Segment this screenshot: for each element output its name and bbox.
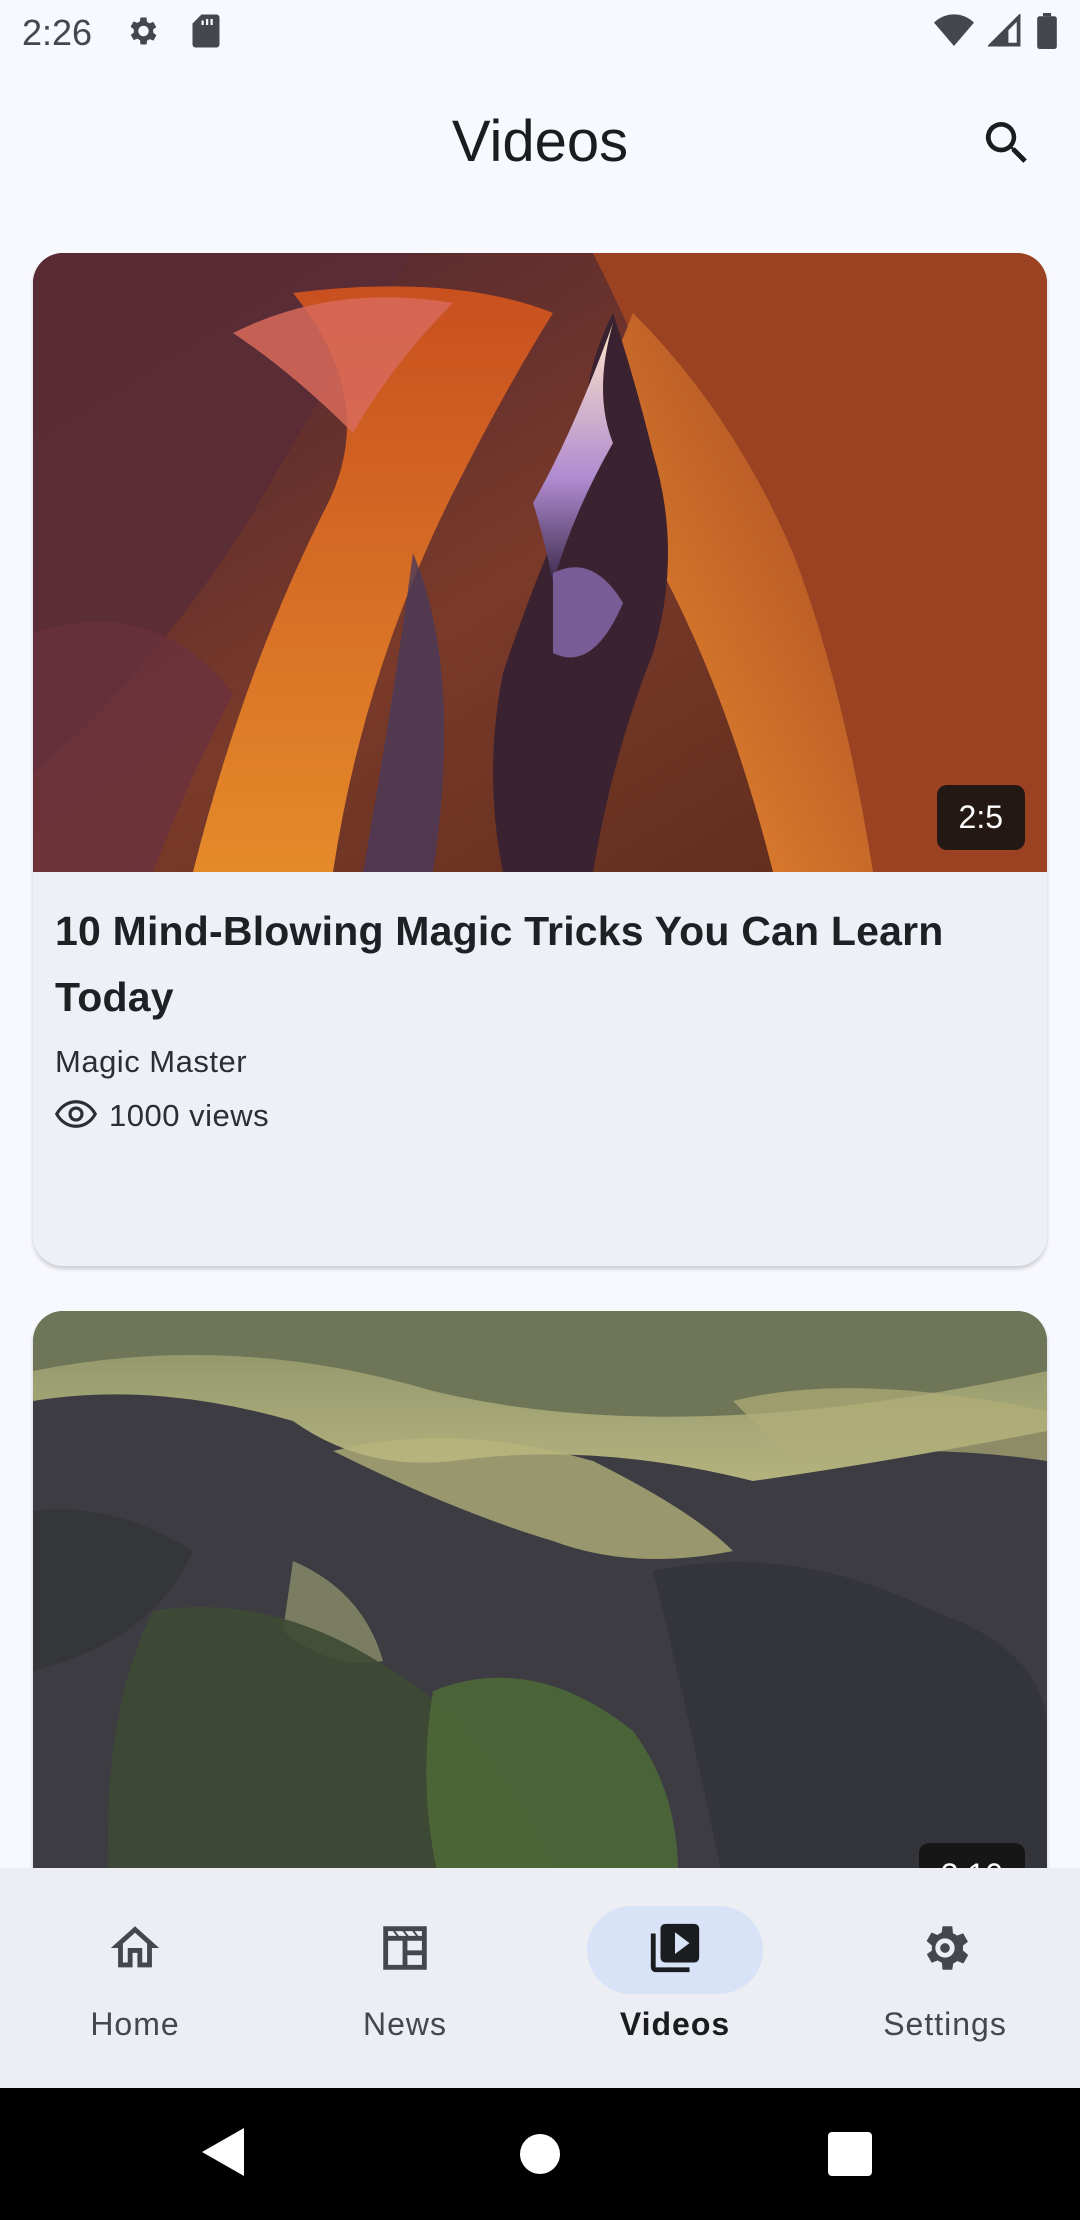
back-triangle-icon xyxy=(200,2126,248,2183)
search-button[interactable] xyxy=(972,110,1042,180)
nav-label: News xyxy=(362,2006,447,2042)
nav-item-videos[interactable]: Videos xyxy=(540,1868,810,2088)
video-card[interactable]: 3:10 xyxy=(33,1311,1047,1868)
search-icon xyxy=(979,115,1035,176)
video-card[interactable]: 2:5 10 Mind-Blowing Magic Tricks You Can… xyxy=(33,253,1047,1266)
eye-icon xyxy=(54,1099,98,1134)
nav-item-settings[interactable]: Settings xyxy=(810,1868,1080,2088)
battery-icon xyxy=(1036,12,1058,54)
status-time: 2:26 xyxy=(22,12,93,53)
nav-label: Settings xyxy=(883,2006,1007,2042)
status-bar: 2:26 xyxy=(0,0,1080,66)
recents-square-icon xyxy=(828,2132,872,2181)
nav-item-home[interactable]: Home xyxy=(0,1868,270,2088)
home-icon xyxy=(106,1919,164,1982)
bottom-navigation: Home News Videos Settings xyxy=(0,1868,1080,2088)
back-button[interactable] xyxy=(200,2126,248,2183)
signal-icon xyxy=(986,12,1022,53)
home-system-button[interactable] xyxy=(518,2132,562,2181)
nav-item-news[interactable]: News xyxy=(270,1868,540,2088)
app-bar: Videos xyxy=(0,66,1080,216)
nav-label: Videos xyxy=(619,2006,731,2042)
settings-icon xyxy=(916,1919,974,1982)
news-icon xyxy=(376,1919,434,1982)
video-title: 10 Mind-Blowing Magic Tricks You Can Lea… xyxy=(55,908,944,1020)
gear-icon xyxy=(124,13,160,54)
forest-thumbnail-image xyxy=(33,1311,1047,1868)
video-library-icon xyxy=(646,1919,704,1982)
recents-button[interactable] xyxy=(828,2132,872,2181)
channel-name: Magic Master xyxy=(55,1044,248,1079)
nav-label: Home xyxy=(90,2006,180,2042)
view-count: 1000 views xyxy=(109,1098,270,1133)
system-navigation-bar xyxy=(0,2088,1080,2220)
video-thumbnail[interactable]: 2:5 xyxy=(33,253,1047,872)
home-circle-icon xyxy=(518,2132,562,2181)
canyon-thumbnail-image xyxy=(33,253,1047,872)
page-title: Videos xyxy=(451,108,629,174)
sd-card-icon xyxy=(190,13,222,54)
duration-badge: 2:5 xyxy=(936,785,1025,850)
duration-badge: 3:10 xyxy=(918,1843,1025,1868)
video-thumbnail[interactable]: 3:10 xyxy=(33,1311,1047,1868)
wifi-icon xyxy=(934,13,974,53)
video-list[interactable]: 2:5 10 Mind-Blowing Magic Tricks You Can… xyxy=(0,216,1080,1868)
